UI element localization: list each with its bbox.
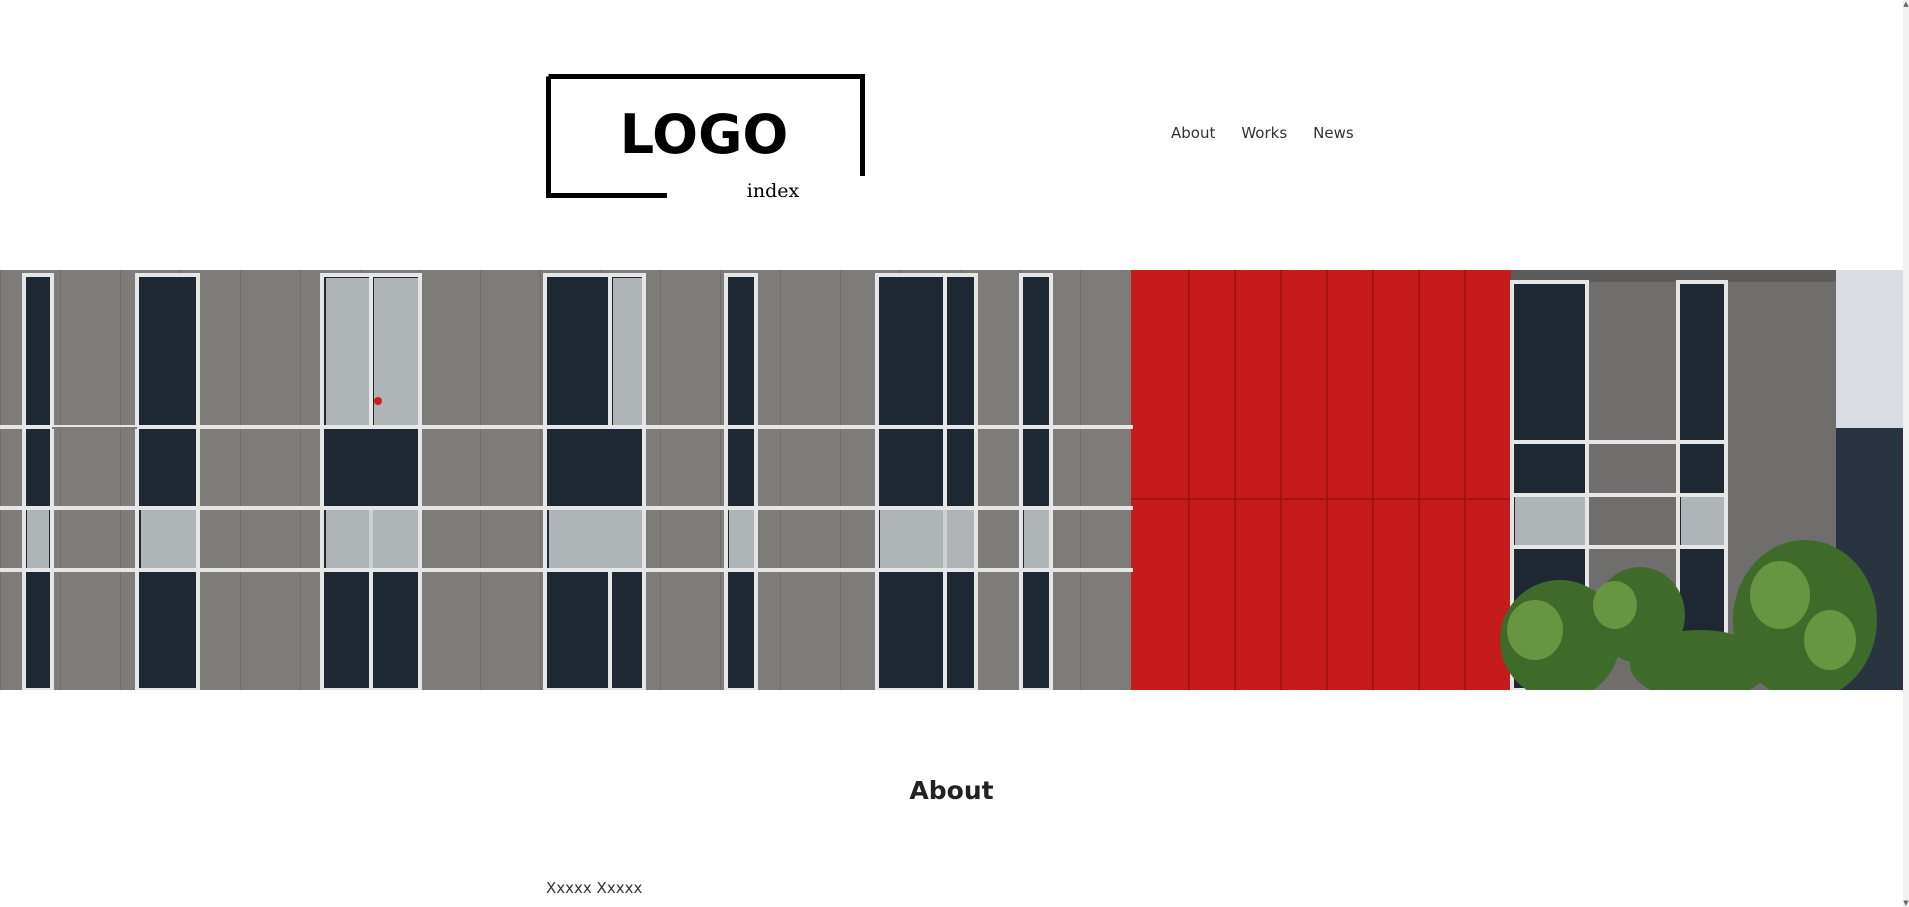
nav-about[interactable]: About: [1171, 124, 1215, 142]
page: LOGO index About Works News About Xxxxx …: [0, 0, 1903, 907]
hero-image: [0, 270, 1903, 690]
logo-text: LOGO: [620, 103, 789, 166]
main-nav: About Works News: [1171, 124, 1354, 142]
about-heading: About: [909, 776, 994, 805]
nav-works[interactable]: Works: [1241, 124, 1287, 142]
site-logo[interactable]: LOGO index: [546, 74, 865, 198]
logo-subtext: index: [747, 180, 800, 198]
scroll-down-icon[interactable]: ▼: [1903, 899, 1909, 907]
nav-news[interactable]: News: [1313, 124, 1354, 142]
about-text: Xxxxx Xxxxx: [546, 879, 643, 897]
scroll-up-icon[interactable]: ▲: [1903, 0, 1909, 8]
page-scrollbar[interactable]: [1903, 0, 1909, 907]
